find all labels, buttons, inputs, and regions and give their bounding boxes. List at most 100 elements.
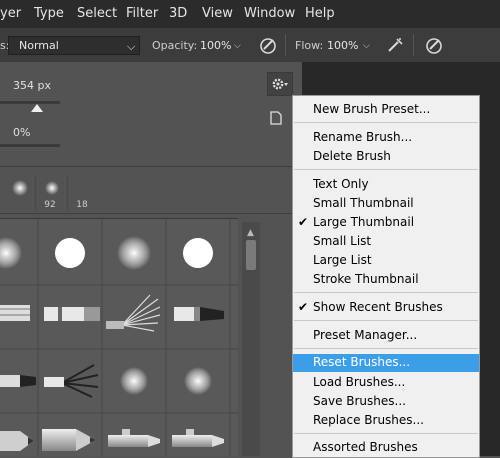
menu-help[interactable]: Help (305, 6, 335, 21)
menu-separator (294, 292, 478, 293)
menu-item-label: Assorted Brushes (313, 440, 418, 454)
menu-item-label: Show Recent Brushes (313, 300, 443, 314)
recent-brushes: 92 18 (0, 176, 88, 212)
menu-item-load-brushes[interactable]: Load Brushes... (293, 374, 479, 392)
brush-round-bristle[interactable] (168, 301, 230, 331)
divider (413, 34, 414, 56)
hardness-slider-track[interactable] (0, 144, 60, 147)
brush-hard-round[interactable] (52, 233, 90, 273)
gear-icon (272, 78, 288, 90)
menu-item-preset-manager[interactable]: Preset Manager... (293, 327, 479, 345)
brush-flat-bristle[interactable] (0, 299, 38, 329)
menu-item-small-list[interactable]: Small List (293, 233, 479, 251)
menu-item-label: Load Brushes... (313, 375, 406, 389)
menu-3d[interactable]: 3D (169, 6, 187, 21)
menu-item-label: Small Thumbnail (313, 196, 414, 210)
brush-pencil[interactable] (0, 425, 38, 457)
menu-item-delete-brush[interactable]: Delete Brush (293, 148, 479, 166)
menu-separator (294, 169, 478, 170)
menu-item-large-thumbnail[interactable]: ✔ Large Thumbnail (293, 214, 479, 232)
menu-item-stroke-thumbnail[interactable]: Stroke Thumbnail (293, 271, 479, 289)
recent-brush-1[interactable]: 92 (5, 176, 56, 212)
options-bar: s: Normal ⌵ Opacity: 100% ⌵ Flow: 100% ⌵ (0, 28, 500, 63)
menu-item-large-list[interactable]: Large List (293, 252, 479, 270)
flow-value[interactable]: 100% (327, 39, 358, 52)
brush-fan[interactable] (104, 285, 164, 345)
brush-soft-round[interactable] (114, 233, 154, 273)
menu-item-label: Preset Manager... (313, 328, 418, 342)
menu-item-rename-brush[interactable]: Rename Brush... (293, 129, 479, 147)
brush-fan-dark[interactable] (40, 359, 102, 403)
scroll-up-icon[interactable]: ▲ (247, 228, 254, 238)
divider (285, 34, 286, 56)
flow-chevron-icon[interactable]: ⌵ (363, 41, 370, 51)
menu-item-label: New Brush Preset... (313, 102, 431, 116)
divider (0, 166, 302, 167)
pressure-opacity-icon[interactable] (258, 35, 278, 55)
menu-item-label: Save Brushes... (313, 394, 406, 408)
menu-item-label: Replace Brushes... (313, 413, 424, 427)
menu-type[interactable]: Type (34, 6, 64, 21)
menu-layer[interactable]: yer (0, 6, 21, 21)
pressure-size-icon[interactable] (424, 35, 444, 55)
brush-soft-round[interactable] (0, 233, 38, 273)
brush-marker[interactable] (104, 423, 166, 457)
soft-brush-thumbnail (45, 181, 59, 195)
menu-item-label: Small List (313, 234, 372, 248)
flow-label: Flow: (295, 39, 324, 52)
check-icon: ✔ (298, 215, 309, 229)
brush-grid-scrollbar[interactable]: ▲ (242, 222, 260, 456)
brush-airbrush-soft[interactable] (178, 361, 218, 401)
hardness-value[interactable]: 0% (13, 126, 30, 139)
divider (0, 213, 302, 214)
menu-item-text-only[interactable]: Text Only (293, 176, 479, 194)
menu-separator (294, 348, 478, 349)
size-slider-thumb[interactable] (31, 104, 43, 112)
brush-airbrush-soft[interactable] (114, 361, 154, 401)
airbrush-icon[interactable] (385, 35, 405, 55)
recent-brush-2[interactable]: 18 (37, 176, 88, 212)
brush-pencil[interactable] (40, 423, 102, 457)
menu-separator (294, 433, 478, 434)
menu-item-assorted-brushes[interactable]: Assorted Brushes (293, 439, 479, 457)
menu-item-label: Reset Brushes... (313, 355, 411, 369)
chevron-down-icon: ⌵ (127, 40, 136, 53)
opacity-value[interactable]: 100% (200, 39, 231, 52)
brush-hard-round[interactable] (178, 233, 218, 273)
brush-size-value[interactable]: 354 px (13, 79, 51, 92)
menu-bar: yer Type Select Filter 3D View Window He… (0, 0, 500, 28)
size-slider-track[interactable] (0, 101, 60, 104)
menu-item-new-brush-preset[interactable]: New Brush Preset... (293, 101, 479, 119)
menu-filter[interactable]: Filter (126, 6, 158, 21)
menu-item-label: Large Thumbnail (313, 215, 415, 229)
menu-item-reset-brushes[interactable]: Reset Brushes... (293, 354, 479, 372)
brush-panel-flyout-menu: New Brush Preset... Rename Brush... Dele… (292, 95, 480, 458)
blend-mode-value: Normal (19, 39, 59, 52)
menu-item-label: Stroke Thumbnail (313, 272, 419, 286)
menu-separator (294, 320, 478, 321)
opacity-label: Opacity: (152, 39, 198, 52)
menu-item-show-recent-brushes[interactable]: ✔ Show Recent Brushes (293, 299, 479, 317)
menu-window[interactable]: Window (244, 6, 295, 21)
menu-select[interactable]: Select (77, 6, 117, 21)
opacity-chevron-icon[interactable]: ⌵ (234, 41, 241, 51)
brush-bristle-dark[interactable] (0, 367, 38, 397)
blend-mode-select[interactable]: Normal ⌵ (8, 36, 140, 55)
menu-item-small-thumbnail[interactable]: Small Thumbnail (293, 195, 479, 213)
menu-view[interactable]: View (202, 6, 233, 21)
panel-settings-button[interactable] (267, 72, 293, 96)
recent-brush-size: 18 (76, 200, 88, 210)
brush-marker[interactable] (168, 423, 230, 457)
menu-item-label: Large List (313, 253, 372, 267)
scroll-thumb[interactable] (246, 240, 256, 270)
check-icon: ✔ (298, 300, 309, 314)
brush-flat-tip[interactable] (40, 301, 102, 331)
menu-item-label: Text Only (313, 177, 369, 191)
menu-item-label: Rename Brush... (313, 130, 413, 144)
menu-separator (294, 122, 478, 123)
brush-thumbnail-grid (0, 218, 238, 457)
menu-item-replace-brushes[interactable]: Replace Brushes... (293, 412, 479, 430)
menu-item-label: Delete Brush (313, 149, 391, 163)
menu-item-save-brushes[interactable]: Save Brushes... (293, 393, 479, 411)
new-preset-icon[interactable] (268, 110, 284, 126)
